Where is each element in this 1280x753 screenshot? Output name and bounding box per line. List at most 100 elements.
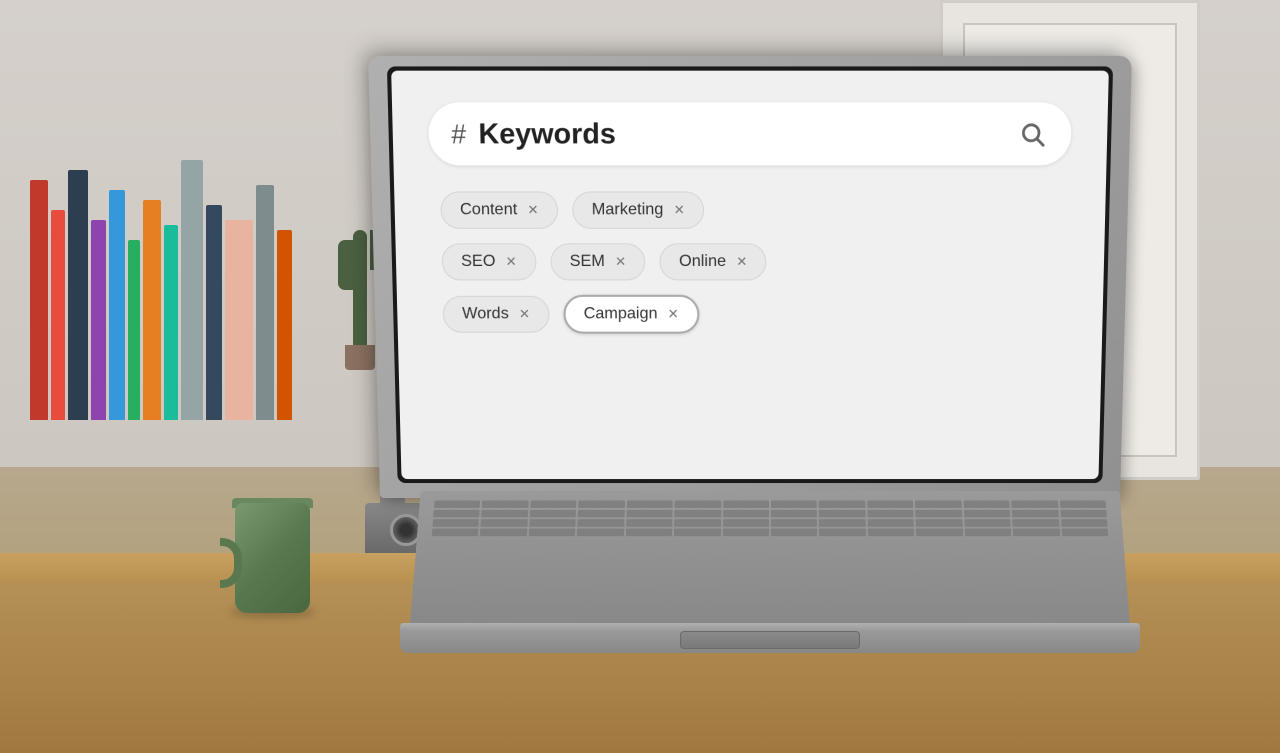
tag-online-label: Online bbox=[679, 253, 726, 272]
keyboard-key bbox=[723, 519, 769, 527]
tag-marketing[interactable]: Marketing ✕ bbox=[572, 191, 704, 228]
book bbox=[30, 180, 48, 420]
keyboard-key bbox=[868, 519, 915, 527]
tag-words[interactable]: Words ✕ bbox=[443, 296, 550, 333]
keyboard-key bbox=[530, 500, 577, 507]
tag-seo-label: SEO bbox=[461, 253, 496, 272]
keyboard-key bbox=[626, 519, 673, 527]
book bbox=[109, 190, 125, 420]
keyboard-key bbox=[1011, 500, 1058, 507]
tag-marketing-close[interactable]: ✕ bbox=[674, 202, 685, 219]
keyboard-key bbox=[723, 500, 769, 507]
keyboard-key bbox=[432, 519, 479, 527]
keyboard-key bbox=[771, 519, 817, 527]
keyboard-key bbox=[626, 529, 673, 537]
keyboard-key bbox=[480, 529, 527, 537]
keyboard-key bbox=[1012, 510, 1059, 517]
cactus-arm-left bbox=[338, 240, 353, 290]
tag-online[interactable]: Online ✕ bbox=[660, 243, 767, 280]
keyboard-key bbox=[819, 500, 865, 507]
book bbox=[143, 200, 161, 420]
laptop: # Keywords Content ✕ bbox=[380, 153, 1160, 653]
trackpad[interactable] bbox=[680, 631, 860, 649]
keyboard-key bbox=[916, 529, 963, 537]
keyboard-key bbox=[1061, 529, 1108, 537]
book bbox=[51, 210, 65, 420]
cactus-body bbox=[353, 230, 367, 350]
keyboard-key bbox=[771, 510, 817, 517]
tag-words-close[interactable]: ✕ bbox=[519, 306, 530, 322]
keyboard-key bbox=[626, 510, 672, 517]
keyboard-keys bbox=[416, 491, 1123, 545]
keyboard-key bbox=[529, 519, 576, 527]
coffee-mug bbox=[220, 473, 330, 613]
laptop-keyboard bbox=[410, 491, 1130, 625]
keyboard-key bbox=[771, 500, 817, 507]
tag-seo[interactable]: SEO ✕ bbox=[441, 243, 536, 280]
keyboard-key bbox=[433, 510, 480, 517]
keyboard-key bbox=[964, 529, 1011, 537]
book bbox=[225, 220, 253, 420]
keyboard-key bbox=[675, 500, 721, 507]
keyboard-key bbox=[1013, 529, 1060, 537]
keyboard-key bbox=[819, 519, 865, 527]
tag-content-close[interactable]: ✕ bbox=[527, 202, 538, 219]
tag-content-label: Content bbox=[460, 201, 518, 220]
keyboard-key bbox=[915, 510, 962, 517]
keyboard-key bbox=[771, 529, 818, 537]
tag-sem[interactable]: SEM ✕ bbox=[550, 243, 646, 280]
hash-symbol: # bbox=[451, 120, 466, 147]
search-icon[interactable] bbox=[1016, 117, 1050, 151]
search-bar[interactable]: # Keywords bbox=[428, 102, 1072, 165]
tag-campaign[interactable]: Campaign ✕ bbox=[563, 295, 699, 334]
laptop-screen: # Keywords Content ✕ bbox=[391, 71, 1109, 479]
keyboard-key bbox=[674, 519, 720, 527]
keyboard-key bbox=[867, 510, 913, 517]
tag-marketing-label: Marketing bbox=[592, 201, 664, 220]
keyboard-key bbox=[964, 519, 1011, 527]
keyboard-key bbox=[819, 510, 865, 517]
keyboard-key bbox=[964, 510, 1011, 517]
keyboard-key bbox=[963, 500, 1010, 507]
keyboard-key bbox=[819, 529, 866, 537]
book bbox=[68, 170, 88, 420]
keyboard-key bbox=[1061, 519, 1108, 527]
keyboard-key bbox=[1059, 500, 1106, 507]
mug-body bbox=[235, 503, 310, 613]
keyboard-key bbox=[481, 519, 528, 527]
bookshelf bbox=[30, 120, 292, 420]
keyboard-key bbox=[530, 510, 577, 517]
book bbox=[277, 230, 292, 420]
scene: # Keywords Content ✕ bbox=[0, 0, 1280, 753]
laptop-lid: # Keywords Content ✕ bbox=[368, 56, 1132, 498]
tag-content[interactable]: Content ✕ bbox=[440, 191, 558, 228]
keyboard-key bbox=[577, 529, 624, 537]
keyboard-key bbox=[529, 529, 576, 537]
tags-row-3: Words ✕ Campaign ✕ bbox=[443, 295, 1058, 334]
book bbox=[206, 205, 222, 420]
keyboard-key bbox=[868, 529, 915, 537]
keyboard-key bbox=[916, 519, 963, 527]
keyboard-key bbox=[481, 510, 528, 517]
keyboard-key bbox=[627, 500, 673, 507]
tag-online-close[interactable]: ✕ bbox=[736, 254, 747, 270]
book bbox=[91, 220, 106, 420]
tag-seo-close[interactable]: ✕ bbox=[506, 254, 517, 270]
book bbox=[181, 160, 203, 420]
keyboard-key bbox=[867, 500, 913, 507]
tags-row-1: Content ✕ Marketing ✕ bbox=[440, 191, 1060, 228]
tag-sem-close[interactable]: ✕ bbox=[615, 254, 626, 270]
tag-campaign-close[interactable]: ✕ bbox=[668, 306, 679, 322]
tag-campaign-label: Campaign bbox=[584, 305, 658, 323]
laptop-base-top bbox=[400, 623, 1140, 631]
tags-row-2: SEO ✕ SEM ✕ Online ✕ bbox=[441, 243, 1058, 280]
keyboard-key bbox=[723, 529, 769, 537]
keyboard-key bbox=[1012, 519, 1059, 527]
keyboard-key bbox=[578, 510, 625, 517]
tags-area: Content ✕ Marketing ✕ SEO ✕ bbox=[430, 186, 1070, 339]
cactus-pot bbox=[345, 345, 375, 370]
keyboard-key bbox=[674, 510, 720, 517]
keyboard-key bbox=[482, 500, 529, 507]
keyboard-key bbox=[434, 500, 481, 507]
keyboard-key bbox=[674, 529, 721, 537]
